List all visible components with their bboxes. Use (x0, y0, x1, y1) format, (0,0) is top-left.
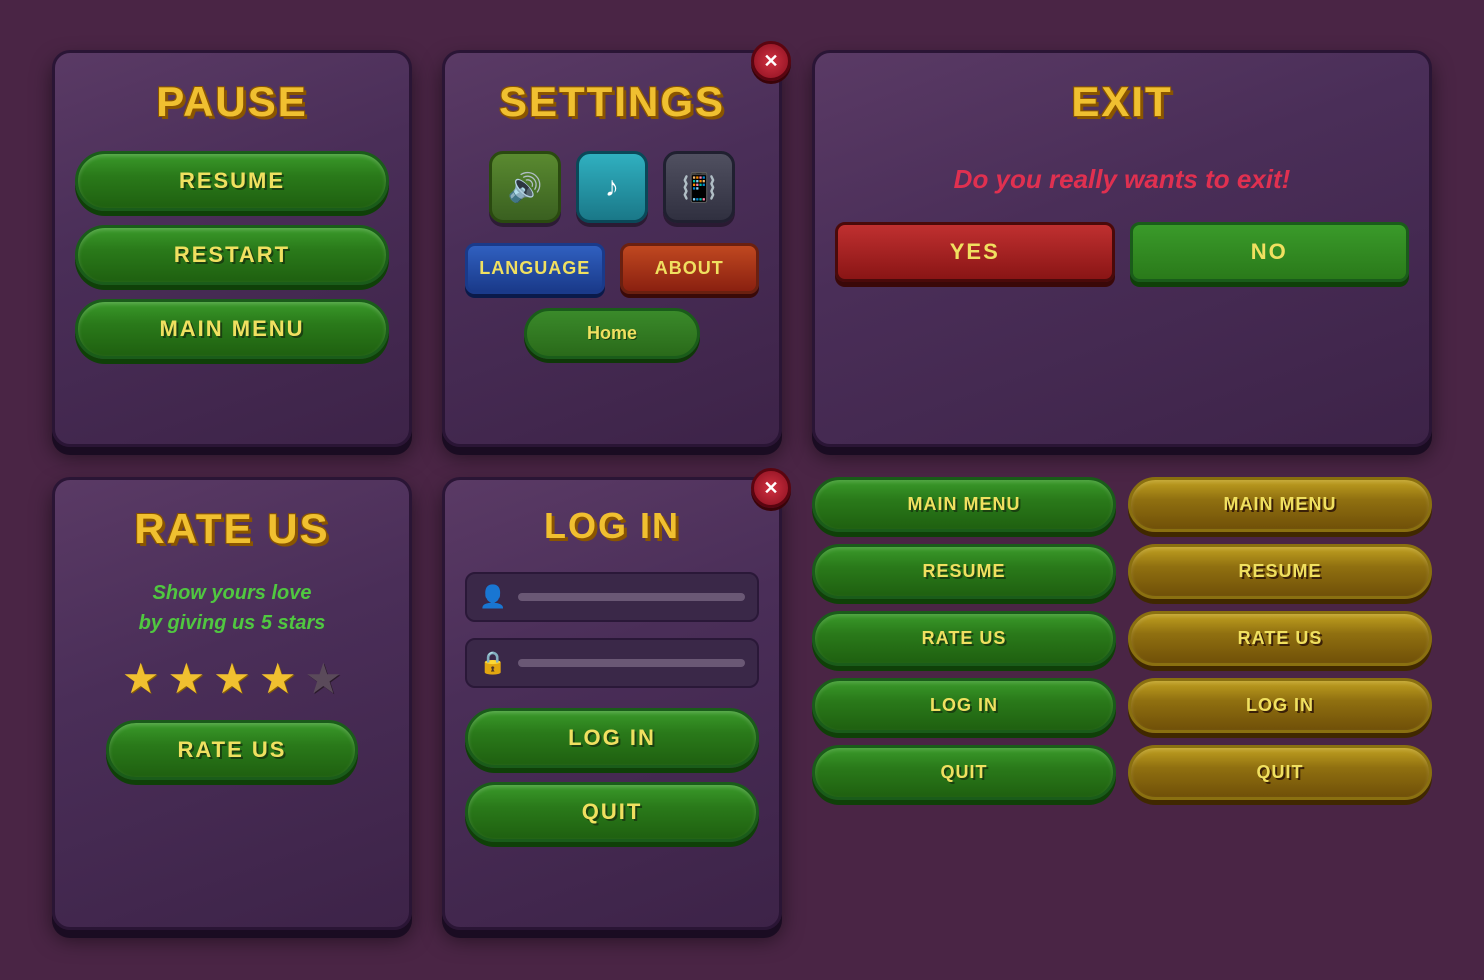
login-panel: LOG IN 👤 🔒 LOG IN QUIT (442, 477, 782, 930)
star-2[interactable]: ★ (168, 658, 206, 700)
settings-title: SETTINGS (465, 78, 759, 126)
restart-button[interactable]: RESTART (75, 225, 389, 285)
star-1[interactable]: ★ (122, 658, 160, 700)
login-close-button[interactable] (751, 468, 791, 508)
language-button[interactable]: LANGUAGE (465, 243, 605, 294)
col-main-menu-gold[interactable]: MAIN MENU (1128, 477, 1432, 532)
password-input-row: 🔒 (465, 638, 759, 688)
music-icon-button[interactable]: ♪ (576, 151, 648, 223)
col-quit-green[interactable]: QUIT (812, 745, 1116, 800)
star-4[interactable]: ★ (259, 658, 297, 700)
quit-button[interactable]: QUIT (465, 782, 759, 842)
col-main-menu-green[interactable]: MAIN MENU (812, 477, 1116, 532)
lock-icon: 🔒 (479, 650, 506, 676)
rateus-button[interactable]: RATE US (106, 720, 357, 780)
pause-panel: PAUSE RESUME RESTART MAIN MENU (52, 50, 412, 447)
main-menu-button[interactable]: MAIN MENU (75, 299, 389, 359)
vibrate-icon: 📳 (682, 171, 717, 204)
resume-button[interactable]: RESUME (75, 151, 389, 211)
password-input[interactable] (518, 659, 745, 667)
col-rateus-green[interactable]: RATE US (812, 611, 1116, 666)
exit-title: EXIT (835, 78, 1409, 126)
username-input-row: 👤 (465, 572, 759, 622)
main-container: PAUSE RESUME RESTART MAIN MENU SETTINGS … (22, 20, 1462, 960)
col-quit-gold[interactable]: QUIT (1128, 745, 1432, 800)
user-icon: 👤 (479, 584, 506, 610)
sound-icon: 🔊 (508, 171, 543, 204)
col-resume-green[interactable]: RESUME (812, 544, 1116, 599)
button-collection: MAIN MENU MAIN MENU RESUME RESUME RATE U… (812, 477, 1432, 930)
exit-subtitle: Do you really wants to exit! (835, 151, 1409, 197)
about-button[interactable]: ABOUT (620, 243, 760, 294)
no-button[interactable]: NO (1130, 222, 1410, 282)
exit-buttons-row: YES NO (835, 222, 1409, 282)
home-button[interactable]: Home (524, 308, 700, 359)
yes-button[interactable]: YES (835, 222, 1115, 282)
login-button[interactable]: LOG IN (465, 708, 759, 768)
settings-panel: SETTINGS 🔊 ♪ 📳 LANGUAGE ABOUT Home (442, 50, 782, 447)
username-input[interactable] (518, 593, 745, 601)
settings-close-button[interactable] (751, 41, 791, 81)
rateus-subtitle: Show yours loveby giving us 5 stars (75, 578, 389, 638)
rateus-title: RATE US (75, 505, 389, 553)
rateus-panel: RATE US Show yours loveby giving us 5 st… (52, 477, 412, 930)
sound-icon-button[interactable]: 🔊 (489, 151, 561, 223)
settings-icons-row: 🔊 ♪ 📳 (465, 151, 759, 223)
pause-title: PAUSE (75, 78, 389, 126)
col-resume-gold[interactable]: RESUME (1128, 544, 1432, 599)
exit-panel: EXIT Do you really wants to exit! YES NO (812, 50, 1432, 447)
star-5[interactable]: ★ (304, 658, 342, 700)
login-title: LOG IN (465, 505, 759, 547)
star-3[interactable]: ★ (213, 658, 251, 700)
col-login-green[interactable]: LOG IN (812, 678, 1116, 733)
vibrate-icon-button[interactable]: 📳 (663, 151, 735, 223)
col-login-gold[interactable]: LOG IN (1128, 678, 1432, 733)
settings-lang-about-row: LANGUAGE ABOUT (465, 243, 759, 294)
col-rateus-gold[interactable]: RATE US (1128, 611, 1432, 666)
music-icon: ♪ (605, 171, 619, 203)
stars-row: ★ ★ ★ ★ ★ (75, 658, 389, 700)
